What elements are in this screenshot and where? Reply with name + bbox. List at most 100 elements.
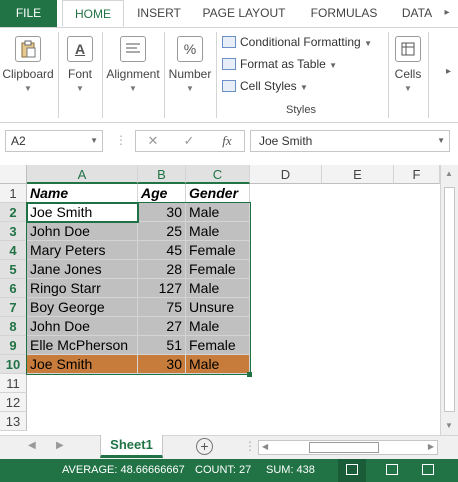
row-header[interactable]: 3 <box>0 222 27 241</box>
cancel-icon[interactable]: ✕ <box>142 133 164 149</box>
horizontal-scroll-thumb[interactable] <box>309 442 379 453</box>
table-cell[interactable]: 45 <box>138 241 186 260</box>
chevron-down-icon: ▼ <box>404 84 412 93</box>
tab-home[interactable]: HOME <box>62 0 124 27</box>
scroll-up-icon[interactable]: ▲ <box>445 169 453 178</box>
tab-insert[interactable]: INSERT <box>131 0 187 27</box>
table-cell[interactable]: John Doe <box>27 317 138 336</box>
table-cell[interactable]: Boy George <box>27 298 138 317</box>
table-cell[interactable]: Male <box>186 203 250 222</box>
table-header-cell[interactable]: Name <box>27 184 138 203</box>
conditional-formatting-button[interactable]: Conditional Formatting ▼ <box>222 32 382 52</box>
name-box[interactable]: A2 ▼ <box>5 130 103 152</box>
tab-file[interactable]: FILE <box>0 0 57 27</box>
table-cell[interactable]: 25 <box>138 222 186 241</box>
row-header[interactable]: 1 <box>0 184 27 203</box>
scroll-right-icon[interactable]: ▶ <box>428 442 434 451</box>
table-cell[interactable]: 51 <box>138 336 186 355</box>
cells-button[interactable]: Cells ▼ <box>390 34 426 102</box>
chevron-down-icon: ▼ <box>186 84 194 93</box>
tab-data[interactable]: DATA <box>394 0 440 27</box>
tab-formulas[interactable]: FORMULAS <box>304 0 384 27</box>
row-header[interactable]: 11 <box>0 374 27 393</box>
table-cell[interactable]: Elle McPherson <box>27 336 138 355</box>
page-break-view-icon[interactable] <box>422 464 434 475</box>
name-box-value: A2 <box>11 134 26 148</box>
row-header[interactable]: 8 <box>0 317 27 336</box>
cell-styles-button[interactable]: Cell Styles ▼ <box>222 76 382 96</box>
chevron-down-icon[interactable]: ▼ <box>90 131 98 151</box>
table-cell[interactable]: Mary Peters <box>27 241 138 260</box>
table-cell[interactable]: Female <box>186 260 250 279</box>
row-header[interactable]: 12 <box>0 393 27 412</box>
table-cell[interactable]: Male <box>186 355 250 374</box>
table-cell[interactable]: Female <box>186 336 250 355</box>
alignment-button[interactable]: Alignment ▼ <box>104 34 162 102</box>
table-cell[interactable]: Male <box>186 222 250 241</box>
insert-function-icon[interactable]: fx <box>216 133 238 149</box>
scroll-down-icon[interactable]: ▼ <box>445 421 453 430</box>
column-header-a[interactable]: A <box>27 165 138 184</box>
column-header-e[interactable]: E <box>322 165 394 184</box>
add-sheet-icon[interactable]: + <box>196 438 213 455</box>
table-cell[interactable]: Joe Smith <box>27 355 138 374</box>
vertical-scroll-thumb[interactable] <box>444 187 455 412</box>
row-header[interactable]: 13 <box>0 412 27 431</box>
tab-split-grip-icon[interactable]: ⋮ <box>244 439 256 453</box>
table-cell[interactable]: Ringo Starr <box>27 279 138 298</box>
page-layout-view-icon[interactable] <box>386 464 398 475</box>
table-header-cell[interactable]: Gender <box>186 184 250 203</box>
row-header[interactable]: 6 <box>0 279 27 298</box>
formula-input[interactable]: Joe Smith ▼ <box>250 130 450 152</box>
alignment-icon <box>120 36 146 62</box>
select-all-corner[interactable] <box>0 165 27 184</box>
separator <box>388 32 389 118</box>
separator <box>216 32 217 118</box>
table-cell[interactable]: John Doe <box>27 222 138 241</box>
row-header[interactable]: 2 <box>0 203 27 222</box>
column-header-d[interactable]: D <box>250 165 322 184</box>
cells-label: Cells <box>394 67 422 81</box>
worksheet-grid[interactable]: A B C D E F 1 2 3 4 5 6 7 8 9 10 11 12 1… <box>0 165 440 435</box>
tab-page-layout[interactable]: PAGE LAYOUT <box>196 0 292 27</box>
clipboard-button[interactable]: Clipboard ▼ <box>0 34 56 102</box>
chevron-down-icon[interactable]: ▼ <box>437 131 445 151</box>
next-sheet-icon[interactable]: ▶ <box>56 440 64 451</box>
formula-bar: A2 ▼ ⋮ ✕ ✓ fx Joe Smith ▼ <box>0 123 458 161</box>
table-header-cell[interactable]: Age <box>138 184 186 203</box>
format-as-table-button[interactable]: Format as Table ▼ <box>222 54 382 74</box>
row-header[interactable]: 7 <box>0 298 27 317</box>
previous-sheet-icon[interactable]: ◀ <box>28 440 36 451</box>
table-cell[interactable]: 30 <box>138 203 186 222</box>
table-cell[interactable]: 28 <box>138 260 186 279</box>
sheet-tab-sheet1[interactable]: Sheet1 <box>100 435 163 458</box>
confirm-icon[interactable]: ✓ <box>178 133 200 149</box>
row-header[interactable]: 4 <box>0 241 27 260</box>
sheet-tab-bar: ◀ ▶ Sheet1 + ⋮ ◀ ▶ <box>0 435 458 459</box>
table-cell[interactable]: 30 <box>138 355 186 374</box>
table-cell[interactable]: Jane Jones <box>27 260 138 279</box>
fill-handle[interactable] <box>247 372 252 377</box>
scroll-left-icon[interactable]: ◀ <box>262 442 268 451</box>
row-header[interactable]: 9 <box>0 336 27 355</box>
table-cell[interactable]: Joe Smith <box>27 203 138 222</box>
horizontal-scrollbar[interactable]: ◀ ▶ <box>258 440 438 455</box>
column-header-f[interactable]: F <box>394 165 440 184</box>
font-button[interactable]: A Font ▼ <box>60 34 100 102</box>
table-cell[interactable]: Unsure <box>186 298 250 317</box>
column-header-b[interactable]: B <box>138 165 186 184</box>
table-cell[interactable]: 127 <box>138 279 186 298</box>
number-button[interactable]: % Number ▼ <box>166 34 214 102</box>
column-header-c[interactable]: C <box>186 165 250 184</box>
table-cell[interactable]: 27 <box>138 317 186 336</box>
table-cell[interactable]: 75 <box>138 298 186 317</box>
row-header[interactable]: 10 <box>0 355 27 374</box>
vertical-scrollbar[interactable]: ▲ ▼ <box>440 165 458 435</box>
table-cell[interactable]: Male <box>186 279 250 298</box>
normal-view-button[interactable] <box>338 459 366 482</box>
row-header[interactable]: 5 <box>0 260 27 279</box>
ribbon-scroll-right-icon[interactable]: ▸ <box>446 66 451 77</box>
table-cell[interactable]: Male <box>186 317 250 336</box>
table-cell[interactable]: Female <box>186 241 250 260</box>
tab-scroll-right-icon[interactable]: ▸ <box>440 6 454 20</box>
